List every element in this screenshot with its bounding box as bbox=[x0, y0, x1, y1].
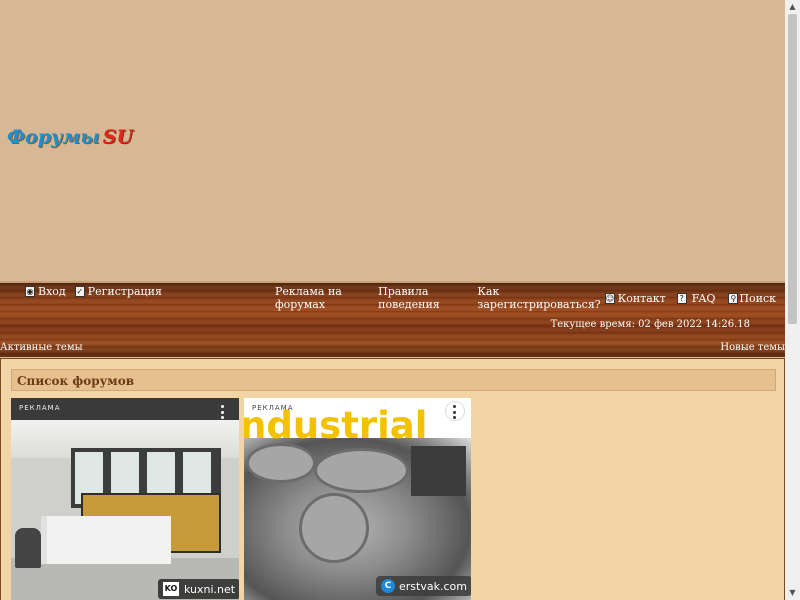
rules-link[interactable]: Правила поведения bbox=[378, 285, 468, 311]
register-link[interactable]: ✓ Регистрация bbox=[74, 285, 162, 298]
contact-icon: ☺ bbox=[604, 292, 615, 304]
ad-banner-kitchen[interactable]: РЕКЛАМА KO kuxni.net bbox=[11, 398, 239, 600]
contact-link[interactable]: ☺ Контакт bbox=[604, 292, 666, 305]
ad-site-badge[interactable]: C erstvak.com bbox=[376, 576, 471, 596]
login-link[interactable]: ◉ Вход bbox=[25, 285, 66, 298]
scroll-up-icon[interactable]: ▲ bbox=[785, 0, 800, 14]
faq-link[interactable]: ? FAQ bbox=[676, 292, 715, 305]
active-topics-link[interactable]: Активные темы bbox=[0, 342, 83, 353]
ads-link[interactable]: Реклама на форумах bbox=[275, 285, 369, 311]
kuxni-logo-icon: KO bbox=[163, 582, 179, 596]
ad-site-badge[interactable]: KO kuxni.net bbox=[158, 579, 239, 599]
question-icon: ? bbox=[676, 292, 687, 304]
logo-suffix: SU bbox=[102, 126, 134, 148]
search-link[interactable]: ⚲ Поиск bbox=[728, 292, 776, 305]
main-content: Список форумов РЕКЛАМА KO kuxni.net ndus bbox=[0, 358, 785, 600]
ad-menu-icon[interactable] bbox=[221, 405, 225, 419]
scroll-down-icon[interactable]: ▼ bbox=[785, 586, 800, 600]
current-time: Текущее время: 02 фев 2022 14:26.18 bbox=[550, 319, 750, 330]
nav-right: Реклама на форумах Правила поведения Как… bbox=[275, 285, 785, 311]
vertical-scrollbar[interactable]: ▲ ▼ bbox=[785, 0, 800, 600]
login-icon: ◉ bbox=[25, 286, 35, 297]
ad-banner-industrial[interactable]: ndustrial РЕКЛАМА C erstvak.com bbox=[244, 398, 471, 600]
erstvak-logo-icon: C bbox=[381, 579, 395, 593]
ad-label: РЕКЛАМА bbox=[19, 404, 61, 412]
howto-register-link[interactable]: Как зарегистрироваться? bbox=[477, 285, 600, 311]
nav-left: ◉ Вход ✓ Регистрация bbox=[25, 285, 171, 298]
site-logo[interactable]: Форумы SU bbox=[7, 126, 133, 148]
new-topics-link[interactable]: Новые темы bbox=[720, 342, 785, 353]
forum-list-title: Список форумов bbox=[17, 374, 135, 388]
search-icon: ⚲ bbox=[728, 292, 739, 304]
forum-list-header: Список форумов bbox=[11, 369, 776, 391]
navigation-bar: ◉ Вход ✓ Регистрация Реклама на форумах … bbox=[0, 281, 785, 357]
scroll-thumb[interactable] bbox=[788, 14, 797, 324]
logo-text: Форумы bbox=[7, 126, 100, 148]
site-header: Форумы SU bbox=[0, 0, 785, 281]
ad-label: РЕКЛАМА bbox=[252, 404, 294, 412]
ad-menu-icon[interactable] bbox=[453, 405, 457, 419]
register-icon: ✓ bbox=[74, 286, 85, 297]
